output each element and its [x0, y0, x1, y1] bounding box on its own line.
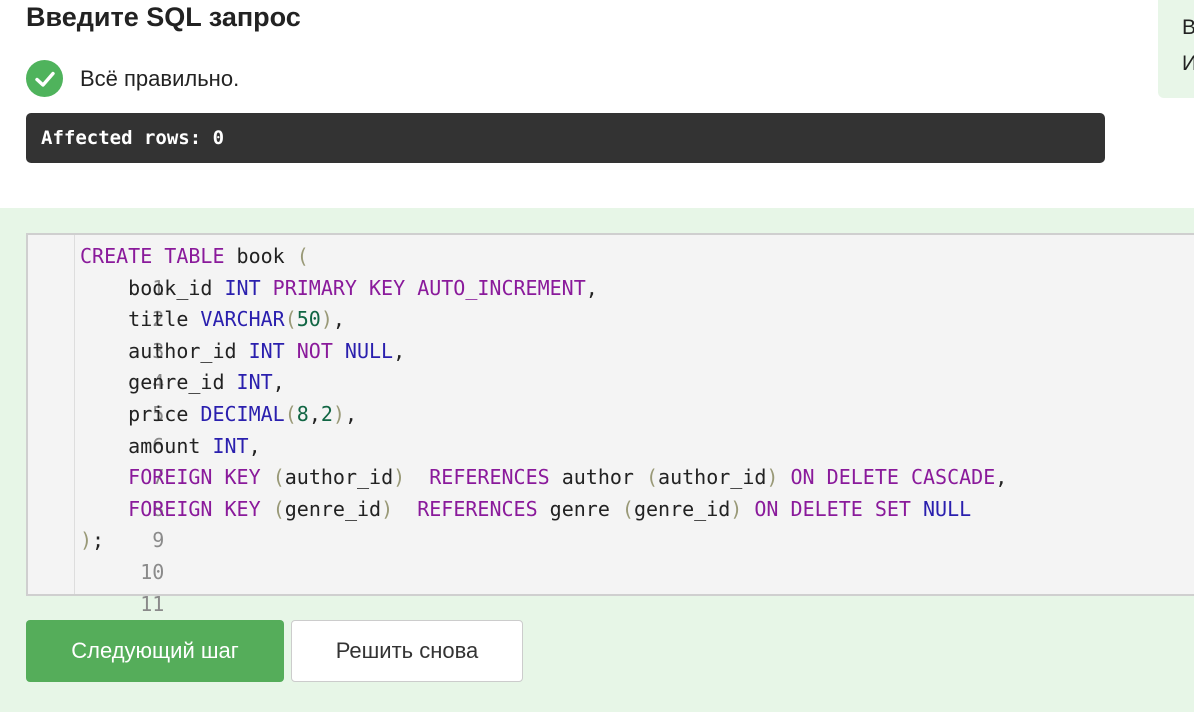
code-text: amount INT,: [80, 433, 261, 458]
side-panel: В И: [1158, 0, 1194, 98]
side-panel-line-1: В: [1182, 16, 1194, 39]
code-text: author_id INT NOT NULL,: [80, 338, 406, 363]
solution-area: 1 CREATE TABLE book ( 2 book_id INT PRIM…: [0, 208, 1194, 712]
code-line: 9 FOREIGN KEY (genre_id) REFERENCES genr…: [28, 494, 1178, 553]
side-panel-line-2: И: [1182, 52, 1194, 75]
query-result: Affected rows: 0: [26, 113, 1105, 163]
check-circle-icon: [26, 60, 63, 97]
solve-again-button[interactable]: Решить снова: [291, 620, 523, 682]
line-number: 11: [140, 591, 165, 616]
sql-editor[interactable]: 1 CREATE TABLE book ( 2 book_id INT PRIM…: [26, 233, 1194, 616]
code-text: CREATE TABLE book (: [80, 244, 309, 268]
code-line: 8 FOREIGN KEY (author_id) REFERENCES aut…: [28, 462, 1178, 521]
code-line: 4 author_id INT NOT NULL,: [28, 336, 1178, 395]
code-line: 6 price DECIMAL(8,2),: [28, 399, 1178, 458]
page: Введите SQL запрос В И Всё правильно. Af…: [0, 0, 1194, 712]
code-line: 1 CREATE TABLE book (: [28, 241, 1178, 300]
code-line: 5 genre_id INT,: [28, 367, 1178, 426]
code-line: 11: [28, 557, 1178, 616]
code-text: book_id INT PRIMARY KEY AUTO_INCREMENT,: [80, 275, 598, 300]
code-line: 2 book_id INT PRIMARY KEY AUTO_INCREMENT…: [28, 273, 1178, 332]
code-text: FOREIGN KEY (genre_id) REFERENCES genre …: [128, 496, 972, 521]
status-text: Всё правильно.: [80, 65, 240, 91]
code-line: 7 amount INT,: [28, 431, 1178, 490]
code-text: );: [80, 528, 105, 553]
next-step-button[interactable]: Следующий шаг: [26, 620, 284, 682]
code-text: FOREIGN KEY (author_id) REFERENCES autho…: [128, 465, 1008, 490]
code-text: genre_id INT,: [80, 370, 285, 395]
code-text: title VARCHAR(50),: [80, 307, 345, 332]
code-line: 3 title VARCHAR(50),: [28, 304, 1178, 363]
page-title: Введите SQL запрос: [26, 2, 301, 32]
code-line: 10 );: [28, 525, 1178, 584]
result-text: Affected rows: 0: [41, 127, 225, 149]
code-text: price DECIMAL(8,2),: [80, 402, 357, 426]
status-row: Всё правильно.: [26, 60, 239, 97]
